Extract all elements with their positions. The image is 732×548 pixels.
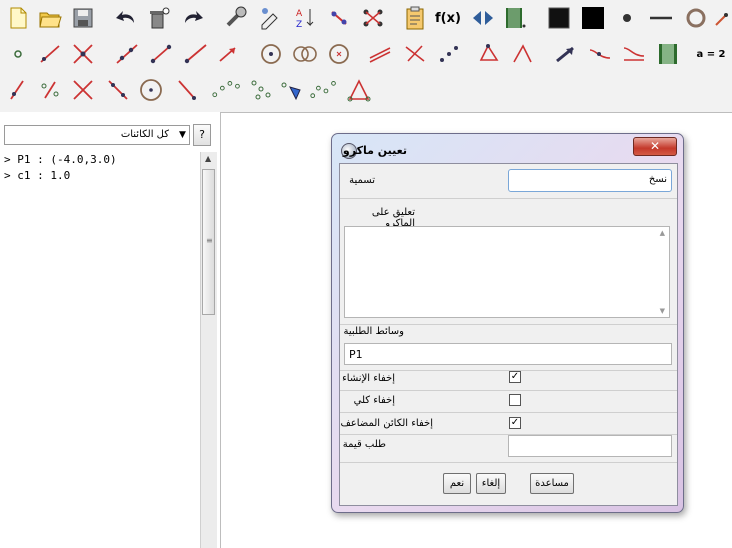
object-list: > P1 : (-4.0,3.0) > c1 : 1.0 [0,152,198,184]
list-item[interactable]: > c1 : 1.0 [0,168,198,184]
dot-icon[interactable] [612,3,642,33]
scrollbar[interactable]: ▲ ≡ [200,152,217,548]
circle-icon[interactable] [681,3,711,33]
square-filled-icon[interactable] [544,3,574,33]
circle-center-icon[interactable] [324,39,354,69]
list-item[interactable]: > P1 : (-4.0,3.0) [0,152,198,168]
new-icon[interactable] [3,3,33,33]
object-filter-label: كل الكائنات [120,129,169,140]
point-small-icon[interactable] [3,39,33,69]
name-label: تسمية [349,175,375,186]
circle3-icon[interactable] [136,75,166,105]
scroll-down-icon: ▼ [659,307,665,315]
macro-dialog: تعيين ماكرو ✕ تسمية نسخ تعليق على الماكر… [331,133,684,513]
slope-icon[interactable] [3,75,33,105]
graph-icon[interactable] [358,3,388,33]
request-value-label: طلب قيمة [342,439,386,450]
save-icon[interactable] [68,3,98,33]
parallel-icon[interactable] [365,39,395,69]
segment2-icon[interactable] [146,39,176,69]
more-icon[interactable] [712,3,732,33]
clipboard-icon[interactable] [400,3,430,33]
svg-text:A: A [296,9,303,19]
arrowhead-icon[interactable] [276,75,306,105]
format-icon[interactable] [255,3,285,33]
scrollbar-thumb[interactable]: ≡ [202,169,215,315]
hide-construction-checkbox[interactable]: ✓ [509,371,521,383]
scroll-up-icon: ▲ [659,229,665,237]
cancel-button[interactable]: إلغاء [476,473,506,494]
ok-button[interactable]: نعم [443,473,471,494]
slider-icon[interactable] [468,3,498,33]
reflect-icon[interactable] [619,39,649,69]
help-button[interactable]: ? [193,124,211,146]
ray-icon[interactable] [180,39,210,69]
line-segment-icon[interactable] [646,3,676,33]
line-icon[interactable] [112,39,142,69]
help-dialog-button[interactable]: مساعدة [530,473,574,494]
params-label: وسائط الطلبية [343,326,404,337]
hide-all-label: إخفاء كلي [353,395,395,406]
object-filter-dropdown[interactable]: كل الكائنات ▼ [4,125,190,145]
dialog-title: تعيين ماكرو [342,144,407,157]
name-input[interactable]: نسخ [508,169,672,192]
point-icon[interactable] [325,3,355,33]
cross-icon[interactable] [68,75,98,105]
hide-construction-label: إخفاء الإنشاء [342,373,395,384]
transform-icon[interactable] [585,39,615,69]
angle-icon[interactable] [508,39,538,69]
sequence-icon[interactable] [307,75,343,105]
locus-icon[interactable] [246,75,276,105]
circle-two-icon[interactable] [290,39,320,69]
triangle-icon[interactable] [344,75,374,105]
segment-icon[interactable] [35,39,65,69]
perpendicular-icon[interactable] [400,39,430,69]
grip-icon: ≡ [206,236,213,245]
hide-added-label: إخفاء الكائن المضاعف [340,418,433,429]
chevron-down-icon: ▼ [179,130,186,140]
undo-icon[interactable] [112,3,142,33]
params-input[interactable]: P1 [344,343,672,365]
points-icon[interactable] [434,39,464,69]
svg-text:Z: Z [296,20,302,30]
hide-added-checkbox[interactable]: ✓ [509,417,521,429]
function-icon[interactable]: f(x) [433,3,463,33]
comment-textarea[interactable]: ▲ ▼ [344,226,670,318]
hide-all-checkbox[interactable] [509,394,521,406]
mirror-icon[interactable] [172,75,202,105]
delete-icon[interactable] [143,3,173,33]
intersect-icon[interactable] [68,39,98,69]
algebra-panel: كل الكائنات ▼ ? > P1 : (-4.0,3.0) > c1 :… [0,112,221,548]
scroll-up-icon[interactable]: ▲ [205,154,211,163]
toolbar: AZ f(x) a = 2 [0,0,732,113]
sort-icon[interactable]: AZ [290,3,320,33]
dialog-body: تسمية نسخ تعليق على الماكرو ▲ ▼ وسائط ال… [339,163,678,506]
properties-icon[interactable] [222,3,252,33]
dots-icon[interactable] [210,75,246,105]
polygon-icon[interactable] [474,39,504,69]
redo-icon[interactable] [177,3,207,33]
request-value-input[interactable] [508,435,672,457]
arrow-icon[interactable] [551,39,581,69]
open-icon[interactable] [35,3,65,33]
equation-icon[interactable]: a = 2 [692,39,730,69]
circle-point-icon[interactable] [256,39,286,69]
vector-icon[interactable] [213,39,243,69]
ratio-icon[interactable] [35,75,65,105]
film-icon[interactable] [500,3,530,33]
square-black-icon[interactable] [578,3,608,33]
media-icon[interactable] [653,39,683,69]
tangent-icon[interactable] [103,75,133,105]
close-button[interactable]: ✕ [633,137,677,156]
